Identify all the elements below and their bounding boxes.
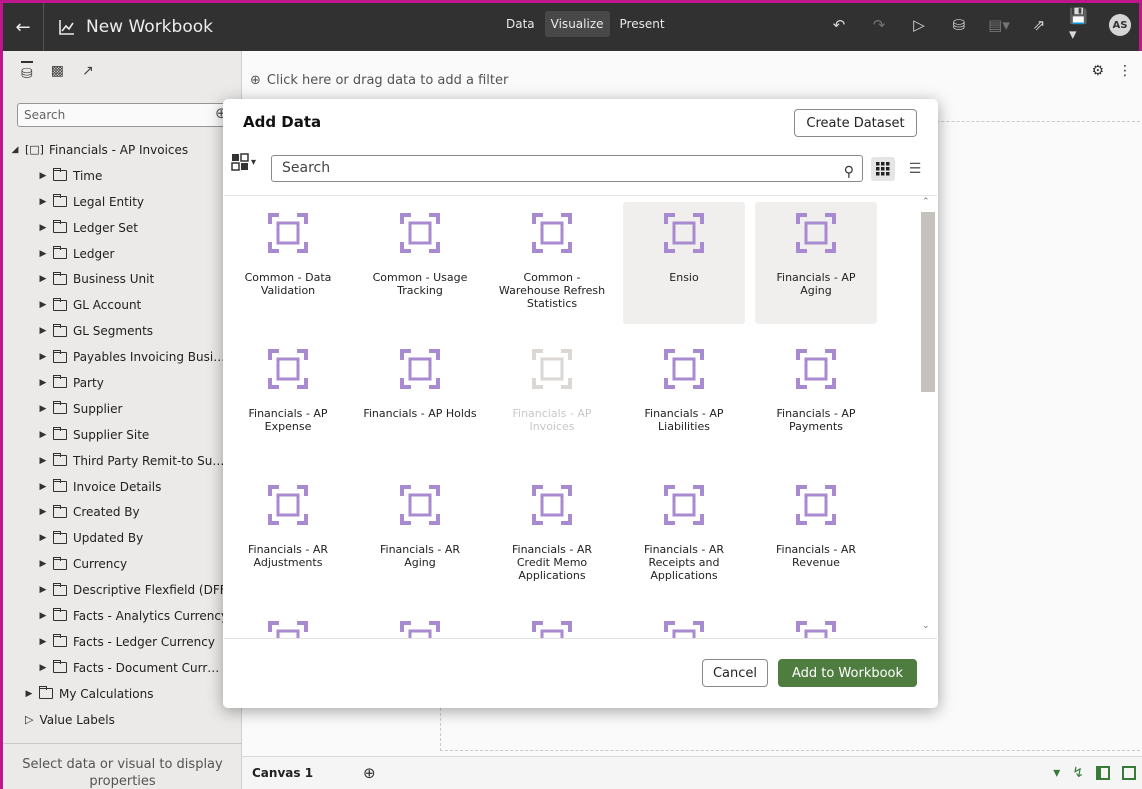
dataset-tile[interactable]: Common - Data Validation [227, 202, 349, 324]
dataset-tile[interactable]: Financials - AP Holds [359, 338, 481, 460]
search-placeholder: Search [282, 160, 331, 176]
dataset-tile[interactable]: Financials - AP Aging [755, 202, 877, 324]
dataset-icon [663, 349, 705, 393]
dataset-icon [795, 485, 837, 529]
dataset-tile[interactable] [227, 610, 349, 638]
dataset-search-input[interactable]: Search ⚲ [271, 155, 863, 182]
dataset-tile[interactable] [491, 610, 613, 638]
dataset-icon [531, 213, 573, 257]
add-data-dialog: Add Data Create Dataset ▾ Search ⚲ ☰ Com… [223, 99, 938, 708]
dataset-tile[interactable]: Common - Warehouse Refresh Statistics [491, 202, 613, 324]
dataset-icon [399, 485, 441, 529]
create-dataset-button[interactable]: Create Dataset [794, 109, 917, 137]
dataset-icon [795, 349, 837, 393]
dataset-tile[interactable] [623, 610, 745, 638]
dataset-grid: Common - Data Validation Common - Usage T… [224, 195, 937, 639]
chevron-down-icon: ▾ [251, 156, 257, 168]
dataset-tile[interactable]: Financials - AP Invoices [491, 338, 613, 460]
dataset-tile-label: Common - Usage Tracking [372, 271, 468, 297]
dataset-tile-label: Common - Warehouse Refresh Statistics [498, 271, 606, 310]
dataset-icon [267, 349, 309, 393]
dataset-icon [663, 485, 705, 529]
add-to-workbook-button[interactable]: Add to Workbook [778, 659, 917, 687]
dataset-tile[interactable]: Financials - AP Liabilities [623, 338, 745, 460]
dataset-tile-label: Financials - AP Holds [363, 407, 477, 420]
dataset-icon [267, 485, 309, 529]
dataset-tile-label: Financials - AR Receipts and Application… [643, 543, 725, 582]
scroll-up-icon[interactable]: ⌃ [922, 197, 930, 207]
dataset-tile[interactable]: Financials - AR Credit Memo Applications [491, 474, 613, 596]
dataset-icon [663, 213, 705, 257]
dataset-tile-label: Financials - AR Adjustments [247, 543, 329, 569]
dialog-title: Add Data [243, 113, 322, 131]
dataset-tile-label: Financials - AP Invoices [512, 407, 592, 433]
source-filter-icon[interactable]: ▾ [231, 153, 256, 171]
dataset-tile-label: Common - Data Validation [244, 271, 332, 297]
dataset-tile[interactable] [755, 610, 877, 638]
dataset-icon [267, 213, 309, 257]
dataset-tile-label: Financials - AR Aging [379, 543, 461, 569]
dataset-tile[interactable]: Financials - AP Payments [755, 338, 877, 460]
dataset-tile-label: Financials - AR Credit Memo Applications [511, 543, 593, 582]
dataset-tile-label: Financials - AP Expense [248, 407, 328, 433]
dataset-tile-label: Financials - AR Revenue [775, 543, 857, 569]
dataset-tile-label: Financials - AP Payments [776, 407, 856, 433]
dataset-tile[interactable]: Common - Usage Tracking [359, 202, 481, 324]
dataset-tile[interactable]: Financials - AR Receipts and Application… [623, 474, 745, 596]
dataset-icon [795, 213, 837, 257]
grid-scrollbar[interactable]: ⌃ ⌄ [920, 197, 936, 637]
dataset-tile-label: Financials - AP Liabilities [644, 407, 724, 433]
scroll-down-icon[interactable]: ⌄ [922, 621, 930, 631]
dataset-tile[interactable]: Financials - AP Expense [227, 338, 349, 460]
dataset-tile[interactable]: Financials - AR Revenue [755, 474, 877, 596]
dataset-icon [399, 349, 441, 393]
list-view-icon[interactable]: ☰ [903, 157, 927, 181]
search-icon[interactable]: ⚲ [844, 160, 854, 185]
grid-view-icon[interactable] [871, 157, 895, 181]
dialog-toolbar: ▾ [231, 153, 256, 171]
dataset-tile-label: Financials - AP Aging [776, 271, 856, 297]
dataset-tile[interactable]: Financials - AR Aging [359, 474, 481, 596]
dataset-icon [531, 485, 573, 529]
dataset-icon [531, 349, 573, 393]
dataset-icon [399, 213, 441, 257]
cancel-button[interactable]: Cancel [702, 659, 768, 687]
dataset-tile-label: Ensio [669, 271, 699, 284]
dataset-tile[interactable]: Financials - AR Adjustments [227, 474, 349, 596]
dataset-tile[interactable] [359, 610, 481, 638]
scrollbar-thumb[interactable] [921, 212, 935, 392]
dataset-tile[interactable]: Ensio [623, 202, 745, 324]
